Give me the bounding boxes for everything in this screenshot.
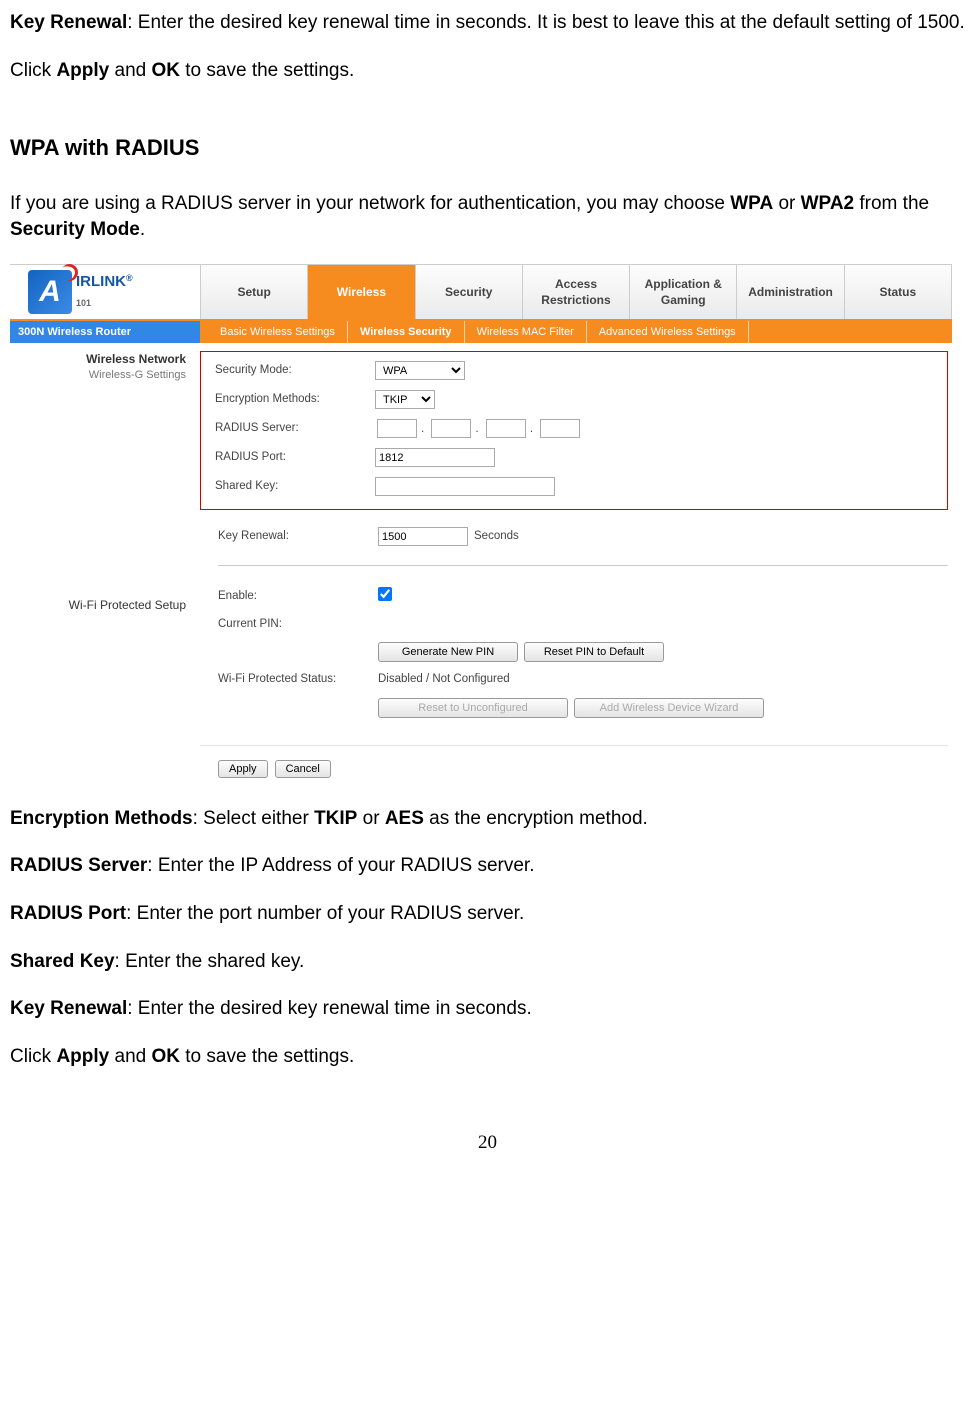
radius-ip-3[interactable]: [486, 419, 526, 438]
apply-button[interactable]: Apply: [218, 760, 268, 778]
label-radius-server: RADIUS Server:: [215, 421, 375, 437]
tab-app-gaming[interactable]: Application & Gaming: [629, 265, 736, 319]
side-sub-wirelessg: Wireless-G Settings: [10, 368, 186, 383]
paragraph-radius-intro: If you are using a RADIUS server in your…: [10, 191, 965, 242]
paragraph-apply-2: Click Apply and OK to save the settings.: [10, 1044, 965, 1070]
generate-pin-button[interactable]: Generate New PIN: [378, 642, 518, 662]
model-label: 300N Wireless Router: [10, 321, 200, 343]
shared-key-input[interactable]: [375, 477, 555, 496]
router-ui-screenshot: A IRLINK® 101 Setup Wireless Security Ac…: [10, 264, 952, 782]
reset-pin-button[interactable]: Reset PIN to Default: [524, 642, 664, 662]
tab-status[interactable]: Status: [844, 265, 952, 319]
label-current-pin: Current PIN:: [218, 617, 378, 633]
section-heading-wpa-radius: WPA with RADIUS: [10, 133, 965, 163]
paragraph-key-renewal-1: Key Renewal: Enter the desired key renew…: [10, 10, 965, 36]
main-tabs-row: A IRLINK® 101 Setup Wireless Security Ac…: [10, 264, 952, 321]
paragraph-radius-server: RADIUS Server: Enter the IP Address of y…: [10, 853, 965, 879]
label-encryption: Encryption Methods:: [215, 392, 375, 408]
label-key-renewal: Key Renewal:: [218, 529, 378, 545]
side-section-wps: Wi-Fi Protected Setup: [10, 597, 186, 613]
radius-ip-4[interactable]: [540, 419, 580, 438]
label-shared-key: Shared Key:: [215, 479, 375, 495]
logo-text: IRLINK® 101: [76, 272, 133, 313]
paragraph-encryption-methods: Encryption Methods: Select either TKIP o…: [10, 806, 965, 832]
paragraph-radius-port: RADIUS Port: Enter the port number of yo…: [10, 901, 965, 927]
encryption-select[interactable]: TKIP: [375, 390, 435, 409]
label-wps-status: Wi-Fi Protected Status:: [218, 672, 378, 688]
radius-ip-2[interactable]: [431, 419, 471, 438]
divider: [218, 565, 948, 566]
add-wireless-wizard-button[interactable]: Add Wireless Device Wizard: [574, 698, 764, 718]
side-section-wireless-network: Wireless Network: [10, 351, 186, 367]
reset-unconfigured-button[interactable]: Reset to Unconfigured: [378, 698, 568, 718]
tab-wireless[interactable]: Wireless: [307, 265, 414, 319]
subtab-basic[interactable]: Basic Wireless Settings: [208, 321, 348, 343]
radius-port-input[interactable]: [375, 448, 495, 467]
subtab-macfilter[interactable]: Wireless MAC Filter: [465, 321, 587, 343]
tab-access-restrictions[interactable]: Access Restrictions: [522, 265, 629, 319]
paragraph-shared-key: Shared Key: Enter the shared key.: [10, 949, 965, 975]
wps-enable-checkbox[interactable]: [378, 587, 392, 601]
highlight-box: Security Mode: WPA Encryption Methods: T…: [200, 351, 948, 510]
radius-ip-1[interactable]: [377, 419, 417, 438]
tab-administration[interactable]: Administration: [736, 265, 843, 319]
logo-icon: A: [28, 270, 72, 314]
label-radius-port: RADIUS Port:: [215, 450, 375, 466]
label-security-mode: Security Mode:: [215, 363, 375, 379]
cancel-button[interactable]: Cancel: [275, 760, 331, 778]
key-renewal-unit: Seconds: [474, 529, 519, 545]
tab-setup[interactable]: Setup: [200, 265, 307, 319]
security-mode-select[interactable]: WPA: [375, 361, 465, 380]
page-number: 20: [10, 1130, 965, 1156]
paragraph-key-renewal-2: Key Renewal: Enter the desired key renew…: [10, 996, 965, 1022]
subtab-security[interactable]: Wireless Security: [348, 321, 465, 343]
sub-tabs-row: 300N Wireless Router Basic Wireless Sett…: [10, 321, 952, 343]
label-enable: Enable:: [218, 589, 378, 605]
logo: A IRLINK® 101: [10, 265, 200, 319]
subtab-advanced[interactable]: Advanced Wireless Settings: [587, 321, 749, 343]
key-renewal-input[interactable]: [378, 527, 468, 546]
tab-security[interactable]: Security: [415, 265, 522, 319]
paragraph-apply-1: Click Apply and OK to save the settings.: [10, 58, 965, 84]
wps-status-value: Disabled / Not Configured: [378, 672, 510, 688]
